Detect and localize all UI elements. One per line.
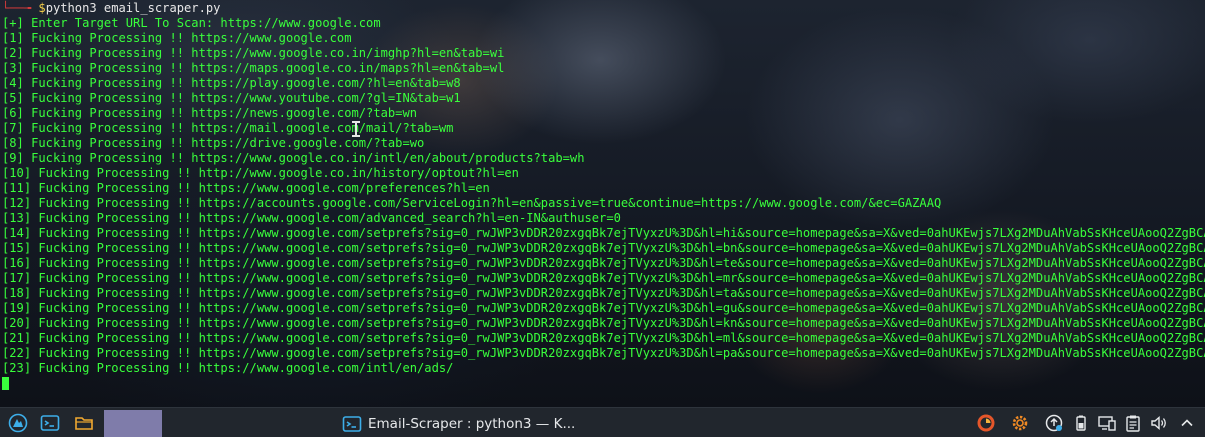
chevron-up-icon[interactable] <box>1177 413 1197 433</box>
text-ibeam-cursor-icon <box>352 121 360 137</box>
app-launcher-icon[interactable] <box>8 413 28 433</box>
prompt-command: python3 email_scraper.py <box>45 1 221 15</box>
virtual-desktop-pager[interactable] <box>104 410 162 437</box>
terminal-output-line: [8] Fucking Processing !! https://drive.… <box>2 136 425 150</box>
terminal-prompt-line: └──╼ $python3 email_scraper.py <box>2 1 220 16</box>
display-devices-icon[interactable] <box>1097 413 1117 433</box>
battery-icon[interactable] <box>1071 413 1091 433</box>
terminal-output-line: [22] Fucking Processing !! https://www.g… <box>2 346 1205 360</box>
terminal-output-line: [21] Fucking Processing !! https://www.g… <box>2 331 1205 345</box>
terminal-output-line: [+] Enter Target URL To Scan: https://ww… <box>2 16 381 30</box>
terminal-output-line: [6] Fucking Processing !! https://news.g… <box>2 106 418 120</box>
terminal-output-line: [4] Fucking Processing !! https://play.g… <box>2 76 461 90</box>
terminal-output-line: [19] Fucking Processing !! https://www.g… <box>2 301 1205 315</box>
terminal-output-line: [7] Fucking Processing !! https://mail.g… <box>2 121 454 135</box>
terminal-output-line: [12] Fucking Processing !! https://accou… <box>2 196 942 210</box>
terminal-output-line: [13] Fucking Processing !! https://www.g… <box>2 211 621 225</box>
terminal-icon[interactable] <box>40 413 60 433</box>
terminal-output-line: [9] Fucking Processing !! https://www.go… <box>2 151 585 165</box>
clipboard-icon[interactable] <box>1123 413 1143 433</box>
terminal-output-line: [2] Fucking Processing !! https://www.go… <box>2 46 505 60</box>
terminal-window[interactable]: └──╼ $python3 email_scraper.py [+] Enter… <box>0 0 1205 407</box>
terminal-output-line: [20] Fucking Processing !! https://www.g… <box>2 316 1205 330</box>
volume-icon[interactable] <box>1149 413 1169 433</box>
settings-gear-icon[interactable] <box>1010 413 1030 433</box>
terminal-icon <box>342 414 362 434</box>
prompt-corner: └──╼ <box>2 1 39 15</box>
terminal-cursor <box>2 377 9 390</box>
task-entry-label: Email-Scraper : python3 — K... <box>368 415 576 432</box>
terminal-output-line: [15] Fucking Processing !! https://www.g… <box>2 241 1205 255</box>
folder-icon[interactable] <box>74 413 94 433</box>
terminal-output-line: [14] Fucking Processing !! https://www.g… <box>2 226 1205 240</box>
desktop: └──╼ $python3 email_scraper.py [+] Enter… <box>0 0 1205 437</box>
terminal-output-line: [3] Fucking Processing !! https://maps.g… <box>2 61 505 75</box>
terminal-output-line: [23] Fucking Processing !! https://www.g… <box>2 361 454 375</box>
burp-suite-icon[interactable] <box>976 413 996 433</box>
terminal-output-line: [17] Fucking Processing !! https://www.g… <box>2 271 1205 285</box>
terminal-output-line: [5] Fucking Processing !! https://www.yo… <box>2 91 461 105</box>
terminal-output-line: [1] Fucking Processing !! https://www.go… <box>2 31 352 45</box>
terminal-output-line: [16] Fucking Processing !! https://www.g… <box>2 256 1205 270</box>
terminal-output-line: [11] Fucking Processing !! https://www.g… <box>2 181 490 195</box>
prompt-dollar: $ <box>38 1 46 15</box>
task-entry-terminal[interactable]: Email-Scraper : python3 — K... <box>342 410 588 437</box>
taskbar: Email-Scraper : python3 — K... <box>0 407 1205 437</box>
terminal-output-line: [18] Fucking Processing !! https://www.g… <box>2 286 1205 300</box>
update-notifier-icon[interactable] <box>1044 413 1064 433</box>
terminal-output-line: [10] Fucking Processing !! http://www.go… <box>2 166 519 180</box>
